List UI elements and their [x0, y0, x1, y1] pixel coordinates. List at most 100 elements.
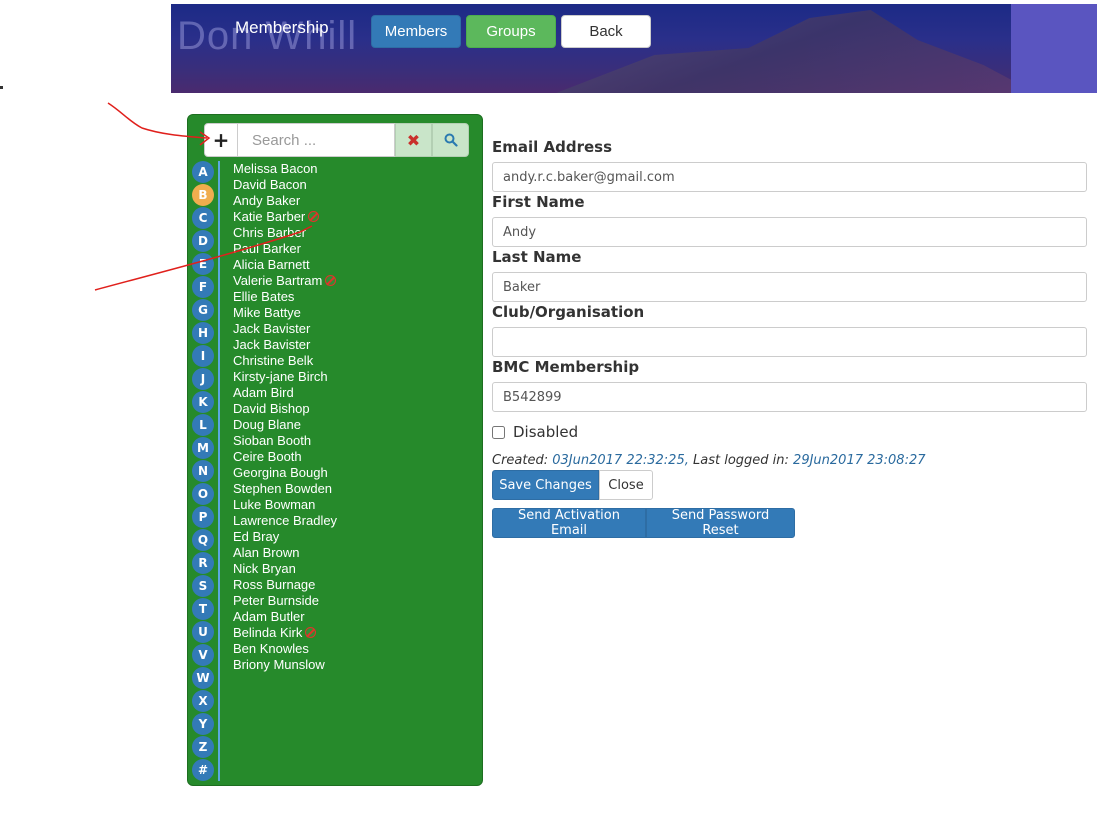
member-list-item[interactable]: Alicia Barnett: [233, 257, 310, 273]
member-list-item[interactable]: Briony Munslow: [233, 657, 325, 673]
member-list-item[interactable]: Doug Blane: [233, 417, 301, 433]
letter-e-button[interactable]: E: [192, 253, 214, 275]
disabled-checkbox[interactable]: [492, 425, 505, 439]
member-list-item[interactable]: Luke Bowman: [233, 497, 315, 513]
last-name-field[interactable]: [492, 272, 1087, 302]
member-list-item[interactable]: Ross Burnage: [233, 577, 315, 593]
close-button[interactable]: Close: [599, 470, 653, 500]
send-activation-email-button[interactable]: Send Activation Email: [492, 508, 646, 538]
member-name: Doug Blane: [233, 417, 301, 432]
member-list-item[interactable]: Ellie Bates: [233, 289, 294, 305]
letter-s-button[interactable]: S: [192, 575, 214, 597]
member-name: Mike Battye: [233, 305, 301, 320]
member-name: Kirsty-jane Birch: [233, 369, 328, 384]
last-logged-label: Last logged in:: [693, 453, 789, 468]
disabled-row: Disabled: [492, 423, 578, 441]
search-input[interactable]: [238, 123, 395, 157]
letter-y-button[interactable]: Y: [192, 713, 214, 735]
member-list-item[interactable]: Mike Battye: [233, 305, 301, 321]
club-field[interactable]: [492, 327, 1087, 357]
save-changes-button[interactable]: Save Changes: [492, 470, 599, 500]
groups-button[interactable]: Groups: [466, 15, 556, 48]
member-list-item[interactable]: Ben Knowles: [233, 641, 309, 657]
letter-d-button[interactable]: D: [192, 230, 214, 252]
member-name: Georgina Bough: [233, 465, 328, 480]
letter-p-button[interactable]: P: [192, 506, 214, 528]
letter-l-button[interactable]: L: [192, 414, 214, 436]
letter-c-button[interactable]: C: [192, 207, 214, 229]
member-name: Peter Burnside: [233, 593, 319, 608]
member-list-item[interactable]: Sioban Booth: [233, 433, 311, 449]
letter-k-button[interactable]: K: [192, 391, 214, 413]
member-name: Adam Bird: [233, 385, 294, 400]
letter-z-button[interactable]: Z: [192, 736, 214, 758]
first-name-field[interactable]: [492, 217, 1087, 247]
member-list-item[interactable]: Nick Bryan: [233, 561, 296, 577]
member-name: Katie Barber: [233, 209, 306, 224]
letter-v-button[interactable]: V: [192, 644, 214, 666]
members-button[interactable]: Members: [371, 15, 461, 48]
member-list-item[interactable]: Valerie Bartram: [233, 273, 337, 289]
created-label: Created:: [492, 453, 549, 468]
member-name: Ross Burnage: [233, 577, 316, 592]
member-list-item[interactable]: Chris Barber: [233, 225, 306, 241]
member-list-item[interactable]: Andy Baker: [233, 193, 300, 209]
member-name: Melissa Bacon: [233, 161, 318, 176]
letter-hash-button[interactable]: #: [192, 759, 214, 781]
letter-o-button[interactable]: O: [192, 483, 214, 505]
back-button[interactable]: Back: [561, 15, 651, 48]
member-list-item[interactable]: Adam Bird: [233, 385, 294, 401]
member-name: Andy Baker: [233, 193, 301, 208]
member-name: Valerie Bartram: [233, 273, 323, 288]
letter-q-button[interactable]: Q: [192, 529, 214, 551]
email-label: Email Address: [492, 138, 613, 156]
member-list-item[interactable]: Lawrence Bradley: [233, 513, 337, 529]
letter-i-button[interactable]: I: [192, 345, 214, 367]
letter-b-button[interactable]: B: [192, 184, 214, 206]
member-name: Sioban Booth: [233, 433, 312, 448]
member-list-item[interactable]: Adam Butler: [233, 609, 305, 625]
search-button[interactable]: [432, 123, 469, 157]
bmc-membership-label: BMC Membership: [492, 358, 640, 376]
letter-a-button[interactable]: A: [192, 161, 214, 183]
bmc-membership-field[interactable]: [492, 382, 1087, 412]
add-member-button[interactable]: +: [204, 123, 238, 157]
letter-w-button[interactable]: W: [192, 667, 214, 689]
clear-search-button[interactable]: ✖: [395, 123, 432, 157]
member-list-item[interactable]: Kirsty-jane Birch: [233, 369, 328, 385]
member-list-item[interactable]: Christine Belk: [233, 353, 313, 369]
member-list-item[interactable]: Peter Burnside: [233, 593, 319, 609]
member-name: Briony Munslow: [233, 657, 325, 672]
member-list-item[interactable]: Jack Bavister: [233, 337, 310, 353]
member-list-item[interactable]: Melissa Bacon: [233, 161, 318, 177]
banner-sky-panel: [1011, 4, 1097, 93]
letter-j-button[interactable]: J: [192, 368, 214, 390]
member-name: Alan Brown: [233, 545, 300, 560]
letter-m-button[interactable]: M: [192, 437, 214, 459]
letter-n-button[interactable]: N: [192, 460, 214, 482]
letter-h-button[interactable]: H: [192, 322, 214, 344]
member-list-item[interactable]: Alan Brown: [233, 545, 299, 561]
letter-g-button[interactable]: G: [192, 299, 214, 321]
member-list-item[interactable]: Paul Barker: [233, 241, 301, 257]
member-list-item[interactable]: Katie Barber: [233, 209, 320, 225]
letter-r-button[interactable]: R: [192, 552, 214, 574]
letter-u-button[interactable]: U: [192, 621, 214, 643]
member-list-item[interactable]: Jack Bavister: [233, 321, 310, 337]
email-field[interactable]: [492, 162, 1087, 192]
last-logged-value: 29Jun2017 23:08:27: [793, 453, 926, 468]
member-list-item[interactable]: David Bishop: [233, 401, 310, 417]
stray-dot: [0, 86, 3, 89]
letter-x-button[interactable]: X: [192, 690, 214, 712]
member-list-item[interactable]: Belinda Kirk: [233, 625, 317, 641]
member-list-item[interactable]: Ed Bray: [233, 529, 279, 545]
member-list-item[interactable]: David Bacon: [233, 177, 307, 193]
send-password-reset-button[interactable]: Send Password Reset: [646, 508, 795, 538]
member-list-item[interactable]: Georgina Bough: [233, 465, 328, 481]
member-list-item[interactable]: Stephen Bowden: [233, 481, 332, 497]
letter-index: A B C D E F G H I J K L M N O P Q R S T U V W X Y Z #: [192, 161, 220, 781]
letter-f-button[interactable]: F: [192, 276, 214, 298]
letter-t-button[interactable]: T: [192, 598, 214, 620]
member-list-item[interactable]: Ceire Booth: [233, 449, 302, 465]
member-name: Paul Barker: [233, 241, 301, 256]
